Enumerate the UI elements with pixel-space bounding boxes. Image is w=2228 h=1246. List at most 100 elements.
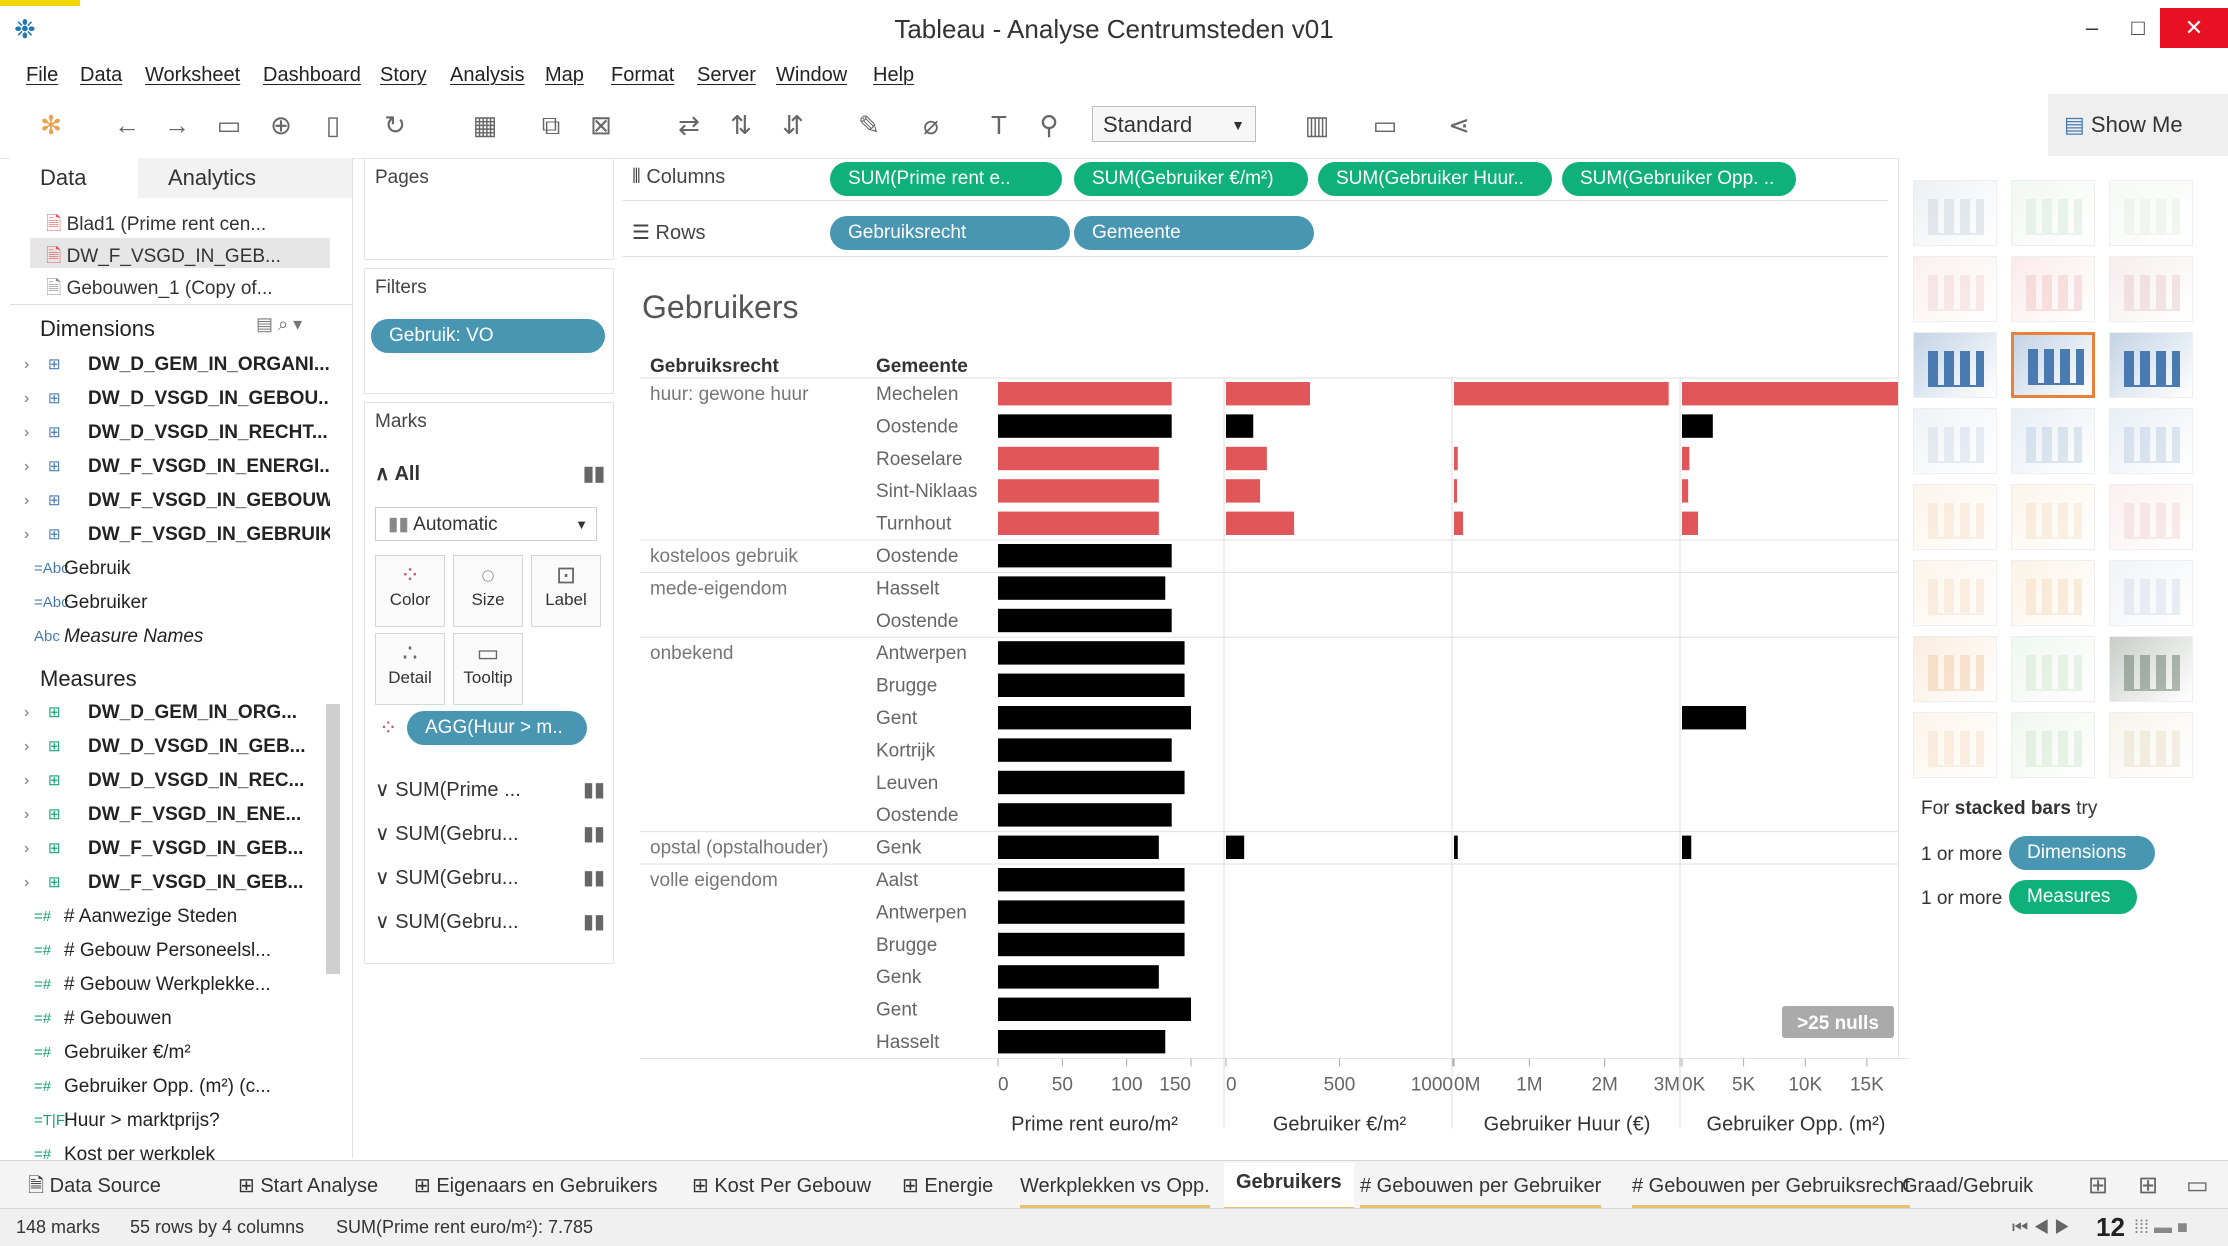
refresh-icon[interactable]: ↻ xyxy=(378,108,412,142)
show-me-chart-type[interactable] xyxy=(2011,256,2095,322)
show-me-chart-type[interactable] xyxy=(2109,560,2193,626)
measure-field[interactable]: › ⊞ DW_F_VSGD_IN_GEB... xyxy=(10,834,330,864)
menu-worksheet[interactable]: Worksheet xyxy=(145,64,240,87)
pause-updates-icon[interactable]: ▯ xyxy=(316,108,350,142)
dimension-field[interactable]: =Abc Gebruiker xyxy=(10,588,330,618)
menu-help[interactable]: Help xyxy=(873,64,914,87)
measure-field[interactable]: =# # Gebouw Werkplekke... xyxy=(10,970,330,1000)
menu-server[interactable]: Server xyxy=(697,64,756,87)
menu-data[interactable]: Data xyxy=(80,64,122,87)
maximize-button[interactable]: □ xyxy=(2110,8,2166,48)
fit-select[interactable]: Standard ▼ xyxy=(1092,106,1256,142)
pages-shelf[interactable]: Pages xyxy=(364,158,614,260)
new-worksheet-icon[interactable]: ⊞ xyxy=(2088,1167,2108,1205)
expand-icon[interactable]: › xyxy=(24,868,29,898)
show-me-chart-type[interactable] xyxy=(2011,712,2095,778)
measure-field[interactable]: =# # Gebouw Personeelsl... xyxy=(10,936,330,966)
column-pill[interactable]: SUM(Gebruiker Huur.. xyxy=(1318,162,1552,196)
menu-map[interactable]: Map xyxy=(545,64,584,87)
new-worksheet-icon[interactable]: ▦ xyxy=(468,108,502,142)
show-me-chart-type[interactable] xyxy=(2109,484,2193,550)
show-me-chart-type[interactable] xyxy=(2109,256,2193,322)
first-sheet-icon[interactable]: ⏮ ◀ ▶ xyxy=(2012,1209,2070,1245)
mark-type-select[interactable]: ▮▮ Automatic ▼ xyxy=(375,507,597,541)
show-me-chart-type[interactable] xyxy=(2011,560,2095,626)
group-icon[interactable]: ⌀ xyxy=(914,108,948,142)
column-pill[interactable]: SUM(Gebruiker Opp. .. xyxy=(1562,162,1796,196)
filter-pill[interactable]: Gebruik: VO xyxy=(371,319,605,353)
sort-ascending-icon[interactable]: ⇅ xyxy=(724,108,758,142)
measure-field[interactable]: =# Gebruiker Opp. (m²) (c... xyxy=(10,1072,330,1102)
tab-werkplekken[interactable]: Werkplekken vs Opp. xyxy=(1020,1167,1210,1208)
dimension-field[interactable]: › ⊞ DW_F_VSGD_IN_GEBOUW xyxy=(10,486,330,516)
dimension-field[interactable]: › ⊞ DW_D_VSGD_IN_RECHT... xyxy=(10,418,330,448)
tab-data-source[interactable]: 🗎 Data Source xyxy=(28,1167,161,1205)
dimension-field[interactable]: › ⊞ DW_F_VSGD_IN_ENERGI... xyxy=(10,452,330,482)
dimension-field[interactable]: › ⊞ DW_D_GEM_IN_ORGANI... xyxy=(10,350,330,380)
tab-graad[interactable]: Graad/Gebruik xyxy=(1902,1167,2072,1205)
show-me-chart-type[interactable] xyxy=(1913,180,1997,246)
marks-sub-card[interactable]: ∨ SUM(Gebru... ▮▮ xyxy=(375,861,605,895)
tab-start-analyse[interactable]: ⊞ Start Analyse xyxy=(238,1167,378,1205)
sort-descending-icon[interactable]: ⇵ xyxy=(776,108,810,142)
menu-file[interactable]: File xyxy=(26,64,58,87)
show-me-stacked-bars[interactable] xyxy=(2011,332,2095,398)
menu-dashboard[interactable]: Dashboard xyxy=(263,64,361,87)
forward-icon[interactable]: → xyxy=(160,108,194,142)
show-me-chart-type[interactable] xyxy=(2109,180,2193,246)
show-me-chart-type[interactable] xyxy=(2011,180,2095,246)
filters-shelf[interactable]: Filters Gebruik: VO xyxy=(364,268,614,394)
expand-icon[interactable]: › xyxy=(24,350,29,380)
close-button[interactable]: ✕ xyxy=(2160,8,2228,48)
tab-gebouwen-gebruiker[interactable]: # Gebouwen per Gebruiker xyxy=(1360,1167,1602,1208)
tab-eigenaars[interactable]: ⊞ Eigenaars en Gebruikers xyxy=(414,1167,658,1205)
measure-field[interactable]: =# Gebruiker €/m² xyxy=(10,1038,330,1068)
measure-field[interactable]: › ⊞ DW_F_VSGD_IN_ENE... xyxy=(10,800,330,830)
show-me-chart-type[interactable] xyxy=(2109,636,2193,702)
color-pill[interactable]: AGG(Huur > m.. xyxy=(407,711,587,745)
measure-field[interactable]: =# # Aanwezige Steden xyxy=(10,902,330,932)
row-pill[interactable]: Gemeente xyxy=(1074,216,1314,250)
swap-icon[interactable]: ⇄ xyxy=(672,108,706,142)
show-me-chart-type[interactable] xyxy=(2109,408,2193,474)
expand-icon[interactable]: › xyxy=(24,486,29,516)
dimension-field[interactable]: › ⊞ DW_F_VSGD_IN_GEBRUIK xyxy=(10,520,330,550)
measure-field[interactable]: › ⊞ DW_F_VSGD_IN_GEB... xyxy=(10,868,330,898)
marks-sub-card[interactable]: ∨ SUM(Gebru... ▮▮ xyxy=(375,817,605,851)
show-me-chart-type[interactable] xyxy=(1913,560,1997,626)
expand-icon[interactable]: › xyxy=(24,520,29,550)
expand-icon[interactable]: › xyxy=(24,452,29,482)
measure-field[interactable]: › ⊞ DW_D_VSGD_IN_GEB... xyxy=(10,732,330,762)
measure-field[interactable]: =# # Gebouwen xyxy=(10,1004,330,1034)
datasource-item[interactable]: 🗎 DW_F_VSGD_IN_GEB... xyxy=(46,242,281,274)
pin-icon[interactable]: ⚲ xyxy=(1032,108,1066,142)
new-story-icon[interactable]: ▭ xyxy=(2186,1167,2209,1205)
show-me-chart-type[interactable] xyxy=(1913,332,1997,398)
menu-window[interactable]: Window xyxy=(776,64,847,87)
show-me-chart-type[interactable] xyxy=(2109,332,2193,398)
measure-field[interactable]: › ⊞ DW_D_VSGD_IN_REC... xyxy=(10,766,330,796)
show-me-chart-type[interactable] xyxy=(1913,256,1997,322)
show-me-chart-type[interactable] xyxy=(1913,712,1997,778)
clear-sheet-icon[interactable]: ⊠ xyxy=(584,108,618,142)
show-me-chart-type[interactable] xyxy=(2011,484,2095,550)
show-me-chart-type[interactable] xyxy=(1913,636,1997,702)
detail-button[interactable]: ∴ Detail xyxy=(375,633,445,705)
measure-field[interactable]: =T|F Huur > marktprijs? xyxy=(10,1106,330,1136)
size-button[interactable]: ◌ Size xyxy=(453,555,523,627)
expand-icon[interactable]: › xyxy=(24,698,29,728)
column-pill[interactable]: SUM(Gebruiker €/m²) xyxy=(1074,162,1308,196)
new-dashboard-icon[interactable]: ⊞ xyxy=(2138,1167,2158,1205)
menu-story[interactable]: Story xyxy=(380,64,427,87)
measure-field[interactable]: › ⊞ DW_D_GEM_IN_ORG... xyxy=(10,698,330,728)
tableau-home-icon[interactable]: ✻ xyxy=(34,108,68,142)
dimension-field[interactable]: › ⊞ DW_D_VSGD_IN_GEBOU... xyxy=(10,384,330,414)
columns-shelf[interactable]: ⦀ Columns SUM(Prime rent e.. SUM(Gebruik… xyxy=(622,158,1888,201)
duplicate-icon[interactable]: ⧉ xyxy=(534,108,568,142)
menu-format[interactable]: Format xyxy=(611,64,674,87)
tab-kost[interactable]: ⊞ Kost Per Gebouw xyxy=(692,1167,871,1205)
show-me-chart-type[interactable] xyxy=(1913,408,1997,474)
color-button[interactable]: ⁘ Color xyxy=(375,555,445,627)
marks-sub-card[interactable]: ∨ SUM(Prime ... ▮▮ xyxy=(375,773,605,807)
rows-shelf[interactable]: ☰ Rows Gebruiksrecht Gemeente xyxy=(622,212,1888,257)
